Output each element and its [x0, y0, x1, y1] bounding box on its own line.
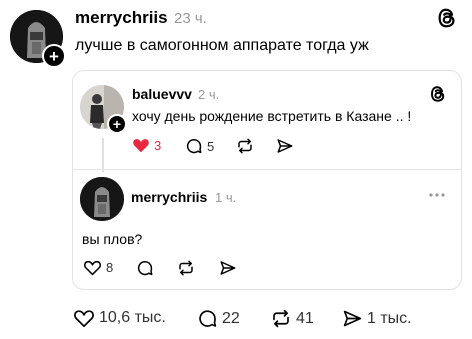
like-button[interactable]: 8 [83, 259, 113, 276]
share-count: 1 тыс. [367, 309, 412, 327]
repost-icon [238, 138, 252, 154]
quoted-username[interactable]: baluevvv [132, 86, 192, 102]
send-icon [277, 139, 293, 153]
comment-count: 22 [222, 309, 240, 327]
post-username[interactable]: merrychriis [75, 8, 168, 28]
repost-button[interactable] [236, 137, 254, 155]
quoted-text: хочу день рождение встретить в Казане ..… [132, 108, 412, 124]
repost-button[interactable]: 41 [270, 308, 314, 329]
comment-icon [186, 138, 202, 154]
thread-connector-line [102, 138, 104, 172]
more-options-icon[interactable] [427, 188, 447, 202]
avatar[interactable] [80, 177, 124, 221]
like-count: 8 [106, 260, 114, 275]
comment-icon [137, 260, 153, 276]
reply-time: 1 ч. [215, 190, 237, 205]
threads-logo-icon[interactable] [436, 7, 458, 29]
follow-plus-icon[interactable]: + [107, 114, 127, 134]
comment-count: 5 [207, 138, 215, 154]
repost-icon [273, 309, 289, 328]
share-button[interactable]: 1 тыс. [342, 308, 412, 329]
follow-plus-icon[interactable]: + [42, 44, 66, 68]
send-icon [220, 261, 236, 275]
reply-username[interactable]: merrychriis [131, 189, 207, 205]
like-button[interactable]: 3 [132, 137, 161, 153]
quoted-time: 2 ч. [198, 87, 220, 102]
comment-button[interactable] [136, 259, 154, 277]
share-button[interactable] [219, 259, 237, 277]
threads-logo-icon[interactable] [429, 85, 447, 103]
heart-filled-icon [133, 139, 149, 153]
heart-icon [74, 310, 94, 328]
repost-button[interactable] [177, 259, 195, 277]
like-count: 10,6 тыс. [99, 309, 166, 326]
post-time: 23 ч. [174, 10, 207, 27]
like-button[interactable]: 10,6 тыс. [73, 308, 166, 328]
comment-button[interactable]: 22 [197, 308, 240, 329]
repost-icon [179, 260, 193, 276]
like-count: 3 [154, 137, 162, 153]
divider [72, 169, 462, 170]
reply-text: вы плов? [82, 231, 143, 247]
repost-count: 41 [296, 309, 314, 327]
send-icon [343, 310, 362, 327]
comment-icon [199, 310, 217, 327]
post-text: лучше в самогонном аппарате тогда уж [75, 37, 369, 54]
heart-icon [84, 260, 101, 276]
comment-button[interactable]: 5 [185, 137, 214, 155]
share-button[interactable] [276, 137, 294, 155]
quoted-thread-card[interactable] [72, 70, 462, 290]
